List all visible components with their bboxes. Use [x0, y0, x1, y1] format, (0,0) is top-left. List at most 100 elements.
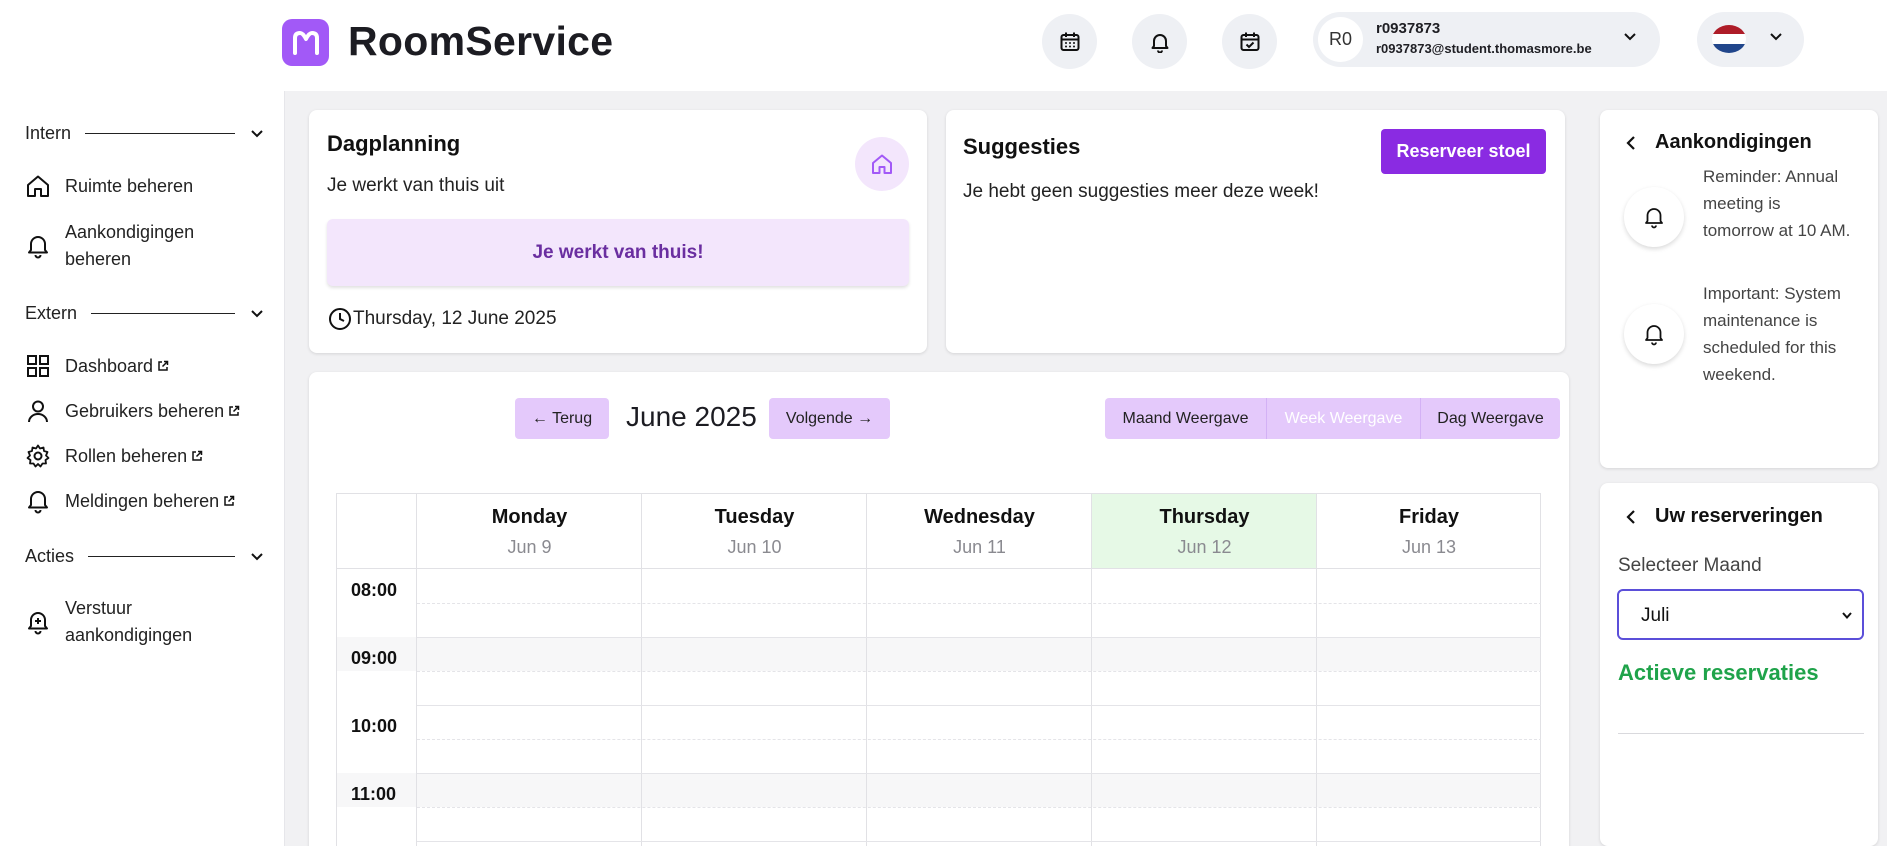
view-week-button[interactable]: Week Weergave: [1267, 398, 1421, 439]
hour-line: [417, 841, 1541, 842]
logo-icon[interactable]: [282, 19, 329, 66]
day-name: Wednesday: [924, 506, 1035, 528]
day-header-monday: Monday Jun 9: [417, 494, 642, 569]
view-day-button[interactable]: Dag Weergave: [1421, 398, 1560, 439]
day-name: Friday: [1398, 506, 1460, 528]
time-label: 11:00: [351, 784, 397, 804]
chevron-down-icon: [251, 130, 263, 138]
section-label: Extern: [25, 302, 78, 323]
suggesties-title: Suggesties: [963, 134, 1081, 159]
bell-icon[interactable]: [1132, 14, 1187, 69]
suggesties-message: Je hebt geen suggesties meer deze week!: [963, 181, 1319, 202]
avatar: R0: [1318, 17, 1363, 62]
reservations-title: Uw reserveringen: [1655, 505, 1823, 527]
divider: [88, 555, 235, 557]
chevron-down-icon: [1768, 28, 1784, 49]
announcement-text: Reminder: Annual meeting is tomorrow at …: [1703, 167, 1851, 240]
sidebar-item-label: Aankondigingen beheren: [65, 222, 195, 269]
sidebar-item-label: Ruimte beheren: [65, 176, 194, 196]
prev-button[interactable]: ← Terug: [515, 398, 609, 439]
divider: [85, 132, 235, 134]
sidebar: Intern Ruimte beheren Aankondigingen beh…: [0, 91, 285, 846]
sidebar-item-verstuur-aankondigingen[interactable]: Verstuur aankondigingen: [25, 595, 265, 649]
sidebar-item-ruimte-beheren[interactable]: Ruimte beheren: [25, 173, 265, 200]
half-hour-line: [417, 671, 1541, 672]
sidebar-item-label: Gebruikers beheren: [65, 401, 225, 421]
day-header-friday: Friday Jun 13: [1317, 494, 1541, 569]
hour-line: [417, 705, 1541, 706]
hour-line: [417, 637, 1541, 638]
half-hour-line: [417, 603, 1541, 604]
day-date: Jun 9: [507, 537, 552, 557]
external-link-icon: [229, 405, 240, 416]
external-link-icon: [192, 450, 203, 461]
chevron-down-icon: [1622, 28, 1638, 49]
calendar-check-icon[interactable]: [1222, 14, 1277, 69]
view-switcher: Maand Weergave Week Weergave Dag Weergav…: [1105, 398, 1560, 439]
time-label: 08:00: [351, 580, 398, 600]
reserveer-stoel-button[interactable]: Reserveer stoel: [1381, 129, 1546, 174]
sidebar-item-dashboard[interactable]: Dashboard: [25, 353, 265, 380]
bell-icon: [1624, 304, 1684, 364]
chevron-down-icon: [251, 310, 263, 318]
home-icon: [872, 154, 892, 174]
sidebar-item-label: Rollen beheren: [65, 446, 188, 466]
month-select-value: Juli: [1641, 605, 1670, 626]
dagplanning-subtitle: Je werkt van thuis uit: [327, 175, 505, 196]
collapse-announcements-button[interactable]: [1624, 134, 1638, 157]
day-header-wednesday: Wednesday Jun 11: [867, 494, 1092, 569]
dashboard-icon: [27, 355, 49, 377]
time-label: 10:00: [351, 716, 398, 736]
home-icon: [27, 175, 49, 197]
app-title: RoomService: [348, 18, 614, 64]
month-select[interactable]: Juli: [1617, 589, 1864, 640]
section-label: Acties: [25, 545, 75, 566]
date-row: Thursday, 12 June 2025: [328, 307, 557, 331]
week-grid: Monday Jun 9 Tuesday Jun 10 Wednesday Ju…: [336, 493, 1541, 846]
day-header-tuesday: Tuesday Jun 10: [642, 494, 867, 569]
calendar-icon[interactable]: [1042, 14, 1097, 69]
gear-icon: [26, 444, 50, 468]
calendar-month: June 2025: [626, 401, 757, 432]
sidebar-item-aankondigingen-beheren[interactable]: Aankondigingen beheren: [25, 219, 265, 273]
hour-line: [417, 773, 1541, 774]
divider: [91, 312, 235, 314]
top-header: RoomService R0 r0937873 r0937873@student…: [0, 0, 1887, 91]
half-hour-line: [417, 807, 1541, 808]
user-email: r0937873@student.thomasmore.be: [1376, 41, 1592, 56]
flag-nl-icon: [1712, 25, 1746, 53]
sidebar-item-rollen-beheren[interactable]: Rollen beheren: [25, 443, 265, 470]
day-date: Jun 12: [1177, 537, 1232, 557]
select-month-label: Selecteer Maand: [1618, 555, 1762, 576]
section-intern[interactable]: Intern: [25, 120, 265, 146]
day-name: Monday: [491, 506, 568, 528]
day-date: Jun 11: [953, 537, 1006, 557]
next-button[interactable]: Volgende →: [769, 398, 890, 439]
divider: [1618, 733, 1864, 734]
chevron-left-icon: [1626, 510, 1635, 524]
view-month-button[interactable]: Maand Weergave: [1105, 398, 1267, 439]
day-date: Jun 13: [1401, 537, 1457, 557]
user-name: r0937873: [1376, 20, 1441, 37]
collapse-reservations-button[interactable]: [1624, 508, 1638, 531]
bell-plus-icon: [28, 612, 48, 635]
language-selector[interactable]: [1697, 12, 1804, 67]
home-button[interactable]: [855, 137, 909, 191]
dagplanning-title: Dagplanning: [327, 131, 461, 156]
external-link-icon: [158, 360, 169, 371]
user-menu[interactable]: R0 r0937873 r0937873@student.thomasmore.…: [1313, 12, 1660, 67]
chevron-down-icon: [1842, 612, 1852, 620]
section-label: Intern: [25, 122, 72, 143]
external-link-icon: [224, 495, 235, 506]
section-acties[interactable]: Acties: [25, 543, 265, 569]
day-header-thursday: Thursday Jun 12: [1092, 494, 1317, 569]
sidebar-item-gebruikers-beheren[interactable]: Gebruikers beheren: [25, 398, 265, 425]
clock-icon: [329, 308, 351, 330]
section-extern[interactable]: Extern: [25, 300, 265, 326]
sidebar-item-meldingen-beheren[interactable]: Meldingen beheren: [25, 488, 265, 515]
chevron-left-icon: [1626, 136, 1635, 150]
announcement-text: Important: System maintenance is schedul…: [1703, 284, 1841, 384]
sidebar-item-label: Meldingen beheren: [65, 491, 220, 511]
announcements-title: Aankondigingen: [1655, 131, 1812, 153]
bell-icon: [28, 236, 48, 259]
